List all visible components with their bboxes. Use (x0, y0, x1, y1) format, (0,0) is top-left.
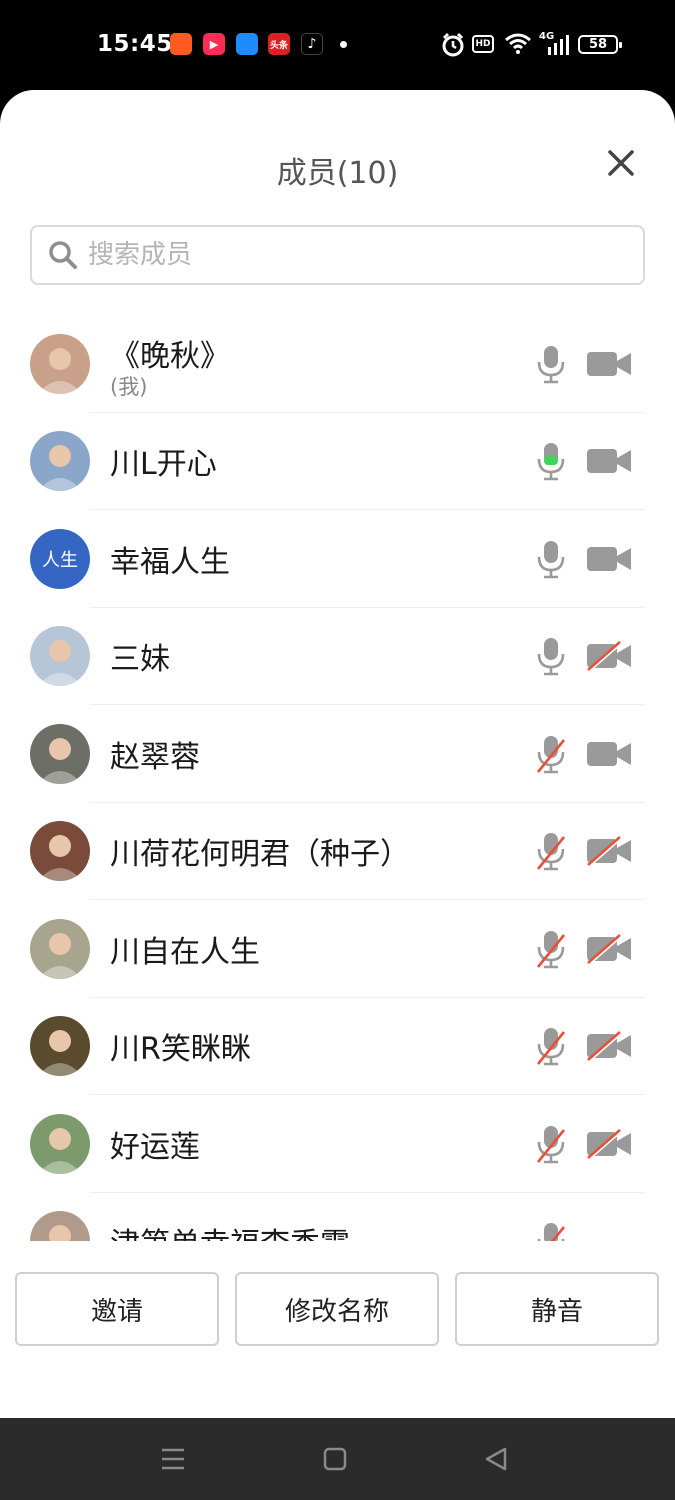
member-row[interactable]: 津第单幸福李秀霞 (0, 1193, 675, 1241)
member-name: 川R笑眯眯 (110, 1032, 251, 1068)
action-bar: 邀请 修改名称 静音 (0, 1270, 675, 1350)
close-icon[interactable] (604, 146, 638, 180)
member-row[interactable]: 好运莲 (0, 1095, 675, 1193)
signal-icon (548, 35, 569, 55)
home-icon[interactable] (322, 1446, 348, 1472)
camera-off-icon[interactable] (586, 933, 632, 965)
member-row[interactable]: 赵翠蓉 (0, 705, 675, 803)
search-icon (49, 241, 77, 269)
member-name: 赵翠蓉 (110, 739, 200, 775)
member-name: 川L开心 (110, 447, 217, 483)
avatar (30, 1016, 90, 1077)
camera-icon[interactable] (586, 348, 632, 380)
member-row[interactable]: 川R笑眯眯 (0, 998, 675, 1096)
microphone-icon[interactable] (536, 344, 566, 384)
camera-off-icon[interactable] (586, 1128, 632, 1160)
mic-muted-icon[interactable] (536, 1124, 566, 1164)
system-nav-bar (0, 1418, 675, 1500)
avatar (30, 918, 90, 979)
rename-button[interactable]: 修改名称 (235, 1272, 439, 1346)
member-row[interactable]: 三妹 (0, 608, 675, 706)
camera-icon[interactable] (586, 738, 632, 770)
camera-icon[interactable] (586, 543, 632, 575)
member-name: 三妹 (110, 642, 170, 678)
camera-off-icon[interactable] (586, 640, 632, 672)
member-name: 津第单幸福李秀霞 (110, 1219, 350, 1241)
avatar: 人生 (30, 528, 90, 589)
member-name: 《晚秋》 (110, 339, 230, 374)
member-name: 川荷花何明君（种子） (110, 837, 410, 873)
menu-icon[interactable] (160, 1446, 186, 1472)
mic-muted-icon[interactable] (536, 929, 566, 969)
member-name: 好运莲 (110, 1129, 200, 1165)
notification-dot (340, 41, 347, 48)
microphone-icon[interactable] (536, 636, 566, 676)
toutiao-icon: 头条 (268, 33, 290, 55)
avatar (30, 626, 90, 687)
member-row[interactable]: 《晚秋》 (我) (0, 315, 675, 413)
wifi-icon (505, 33, 531, 54)
alarm-icon (442, 32, 464, 57)
battery-indicator: 58 (578, 35, 622, 54)
status-bar: 15:45 ▶ 头条 ♪ HD 4G 58 (0, 0, 675, 95)
mic-muted-icon[interactable] (536, 1026, 566, 1066)
back-icon[interactable] (483, 1446, 509, 1472)
hd-badge: HD (472, 35, 494, 53)
members-title: 成员(10) (276, 156, 399, 191)
microphone-icon[interactable] (536, 539, 566, 579)
kuaishou-icon (170, 33, 192, 55)
member-row[interactable]: 人生 幸福人生 (0, 510, 675, 608)
browser-icon (236, 33, 258, 55)
avatar (30, 1211, 90, 1241)
avatar (30, 431, 90, 492)
avatar (30, 333, 90, 394)
search-input[interactable] (88, 240, 588, 270)
microphone-icon[interactable] (536, 441, 566, 481)
members-sheet: 成员(10) 《晚秋》(我) 川L开心人生幸福人生三妹赵翠蓉川荷花何明君（种子） 川… (0, 90, 675, 1418)
avatar (30, 723, 90, 784)
mute-all-button[interactable]: 静音 (455, 1272, 659, 1346)
camera-icon[interactable] (586, 445, 632, 477)
mic-muted-icon[interactable] (536, 831, 566, 871)
video-play-icon: ▶ (203, 33, 225, 55)
camera-off-icon[interactable] (586, 1030, 632, 1062)
invite-button[interactable]: 邀请 (15, 1272, 219, 1346)
avatar (30, 821, 90, 882)
member-row[interactable]: 川荷花何明君（种子） (0, 803, 675, 901)
member-self-tag: (我) (110, 375, 148, 399)
member-row[interactable]: 川L开心 (0, 413, 675, 511)
tiktok-icon: ♪ (301, 33, 323, 55)
member-name: 幸福人生 (110, 544, 230, 580)
member-row[interactable]: 川自在人生 (0, 900, 675, 998)
status-time: 15:45 (97, 31, 173, 57)
member-name: 川自在人生 (110, 934, 260, 970)
search-box[interactable] (30, 225, 645, 285)
camera-off-icon[interactable] (586, 835, 632, 867)
mic-muted-icon[interactable] (536, 1221, 566, 1241)
member-list[interactable]: 《晚秋》 (我) 川L开心人生 幸福人生三妹赵翠蓉川荷花何明君（种子） 川自在人生川R笑… (0, 315, 675, 1241)
avatar (30, 1113, 90, 1174)
mic-muted-icon[interactable] (536, 734, 566, 774)
